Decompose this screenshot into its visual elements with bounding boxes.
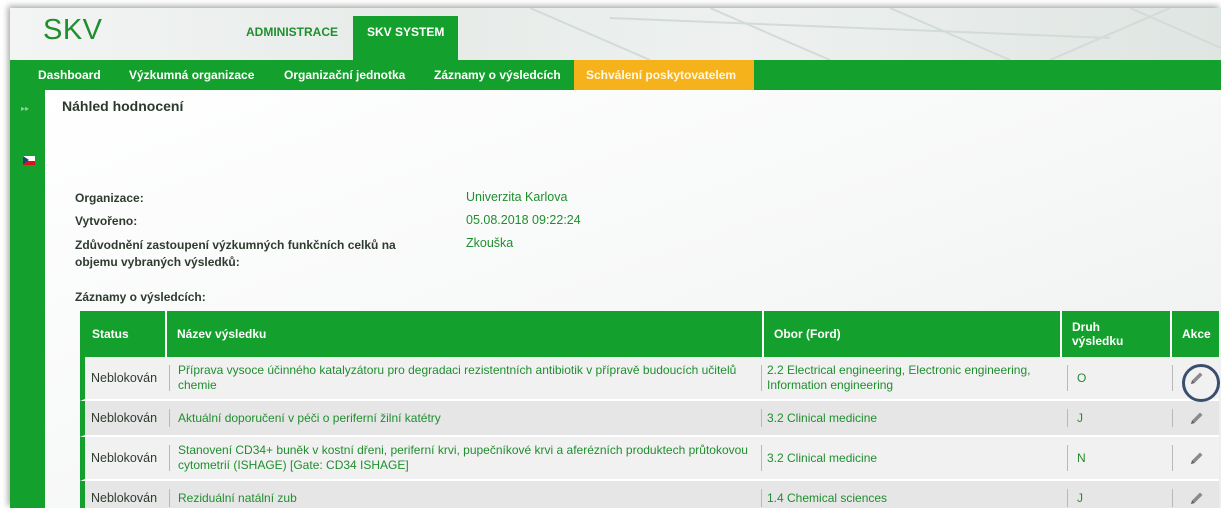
table-row[interactable]: Neblokován Reziduální natální zub 1.4 Ch… <box>80 481 1219 508</box>
czech-flag-icon[interactable] <box>23 156 35 165</box>
sidebar: ▸▸ <box>10 90 45 508</box>
app-header: SKV ADMINISTRACE SKV SYSTEM <box>10 8 1221 60</box>
nav-item-vyzkumna-organizace[interactable]: Výzkumná organizace <box>117 60 266 90</box>
obor-cell: 3.2 Clinical medicine <box>767 410 878 425</box>
page-title: Náhled hodnocení <box>62 98 184 114</box>
header-background-pattern <box>529 8 1221 60</box>
column-header-obor[interactable]: Obor (Ford) <box>762 311 1060 357</box>
section-title-zaznamy: Záznamy o výsledcích: <box>75 290 206 304</box>
info-value-zduvodneni: Zkouška <box>466 236 514 250</box>
druh-cell: N <box>1077 450 1086 465</box>
info-value-vytvoreno: 05.08.2018 09:22:24 <box>466 213 581 227</box>
main-nav: Dashboard Výzkumná organizace Organizačn… <box>10 60 1221 90</box>
info-label-zduvodneni: Zdůvodnění zastoupení výzkumných funkční… <box>75 238 396 269</box>
table-row[interactable]: Neblokován Příprava vysoce účinného kata… <box>80 357 1219 401</box>
status-cell: Neblokován <box>91 490 158 505</box>
expand-arrows-icon[interactable]: ▸▸ <box>21 104 33 114</box>
result-name-link[interactable]: Stanovení CD34+ buněk v kostní dřeni, pe… <box>178 437 753 479</box>
column-header-druh[interactable]: Druh výsledku <box>1060 311 1150 357</box>
result-name-link[interactable]: Reziduální natální zub <box>178 481 753 508</box>
column-header-nazev[interactable]: Název výsledku <box>165 311 762 357</box>
result-name-link[interactable]: Příprava vysoce účinného katalyzátoru pr… <box>178 357 753 399</box>
table-row[interactable]: Neblokován Aktuální doporučení v péči o … <box>80 401 1219 437</box>
status-cell: Neblokován <box>91 410 158 425</box>
app-logo[interactable]: SKV <box>43 14 103 47</box>
obor-cell: 1.4 Chemical sciences <box>767 490 888 505</box>
druh-cell: J <box>1077 490 1083 505</box>
pencil-icon[interactable] <box>1189 450 1205 466</box>
table-header: Status Název výsledku Obor (Ford) Druh v… <box>80 311 1219 357</box>
tab-administrace[interactable]: ADMINISTRACE <box>232 16 352 60</box>
column-header-akce: Akce <box>1170 311 1219 357</box>
obor-cell: 3.2 Clinical medicine <box>767 450 878 465</box>
results-table: Status Název výsledku Obor (Ford) Druh v… <box>80 311 1219 508</box>
column-header-status[interactable]: Status <box>80 311 165 357</box>
status-cell: Neblokován <box>91 370 158 385</box>
info-value-organizace: Univerzita Karlova <box>466 190 568 204</box>
status-cell: Neblokován <box>91 450 158 465</box>
info-label-organizace: Organizace: <box>75 191 144 205</box>
nav-item-zaznamy-o-vysledcich[interactable]: Záznamy o výsledcích <box>422 60 573 90</box>
druh-cell: J <box>1077 410 1083 425</box>
pencil-icon[interactable] <box>1189 410 1205 426</box>
result-name-link[interactable]: Aktuální doporučení v péči o periferní ž… <box>178 401 753 435</box>
druh-cell: O <box>1077 370 1087 385</box>
highlight-circle-annotation <box>1182 364 1220 402</box>
nav-item-organizacni-jednotka[interactable]: Organizační jednotka <box>272 60 417 90</box>
tab-skv-system[interactable]: SKV SYSTEM <box>353 16 459 60</box>
table-row[interactable]: Neblokován Stanovení CD34+ buněk v kostn… <box>80 437 1219 481</box>
nav-item-dashboard[interactable]: Dashboard <box>26 60 113 90</box>
pencil-icon[interactable] <box>1189 490 1205 506</box>
info-label-vytvoreno: Vytvořeno: <box>75 214 138 228</box>
main-content: Náhled hodnocení Organizace: Univerzita … <box>45 90 1221 508</box>
nav-item-schvaleni-poskytovatelem[interactable]: Schválení poskytovatelem <box>574 60 754 90</box>
app-window: SKV ADMINISTRACE SKV SYSTEM Dashboard Vý… <box>10 8 1221 508</box>
obor-cell: 2.2 Electrical engineering, Electronic e… <box>767 363 1031 392</box>
